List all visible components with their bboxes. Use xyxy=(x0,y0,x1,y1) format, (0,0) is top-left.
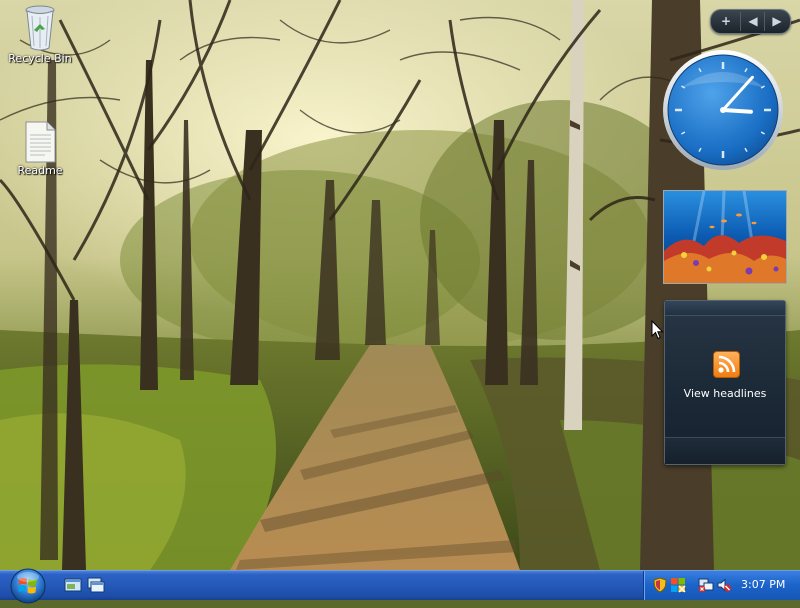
text-document-icon xyxy=(25,121,56,163)
coral-reef-image xyxy=(664,191,786,283)
network-icon[interactable] xyxy=(698,577,714,593)
security-center-icon[interactable] xyxy=(670,577,686,593)
shield-icon[interactable] xyxy=(652,577,668,593)
sidebar-controls: + ◀ ▶ xyxy=(710,9,791,34)
slideshow-gadget[interactable] xyxy=(663,190,787,284)
previous-page-button[interactable]: ◀ xyxy=(740,12,765,31)
windows-logo-icon xyxy=(10,568,46,604)
switch-windows-icon[interactable] xyxy=(87,577,105,594)
notification-area: 3:07 PM xyxy=(643,571,800,600)
recycle-bin-label: Recycle Bin xyxy=(8,52,72,65)
feed-gadget-header xyxy=(665,301,785,316)
volume-muted-icon[interactable] xyxy=(716,577,732,593)
clock-center xyxy=(720,107,726,113)
show-desktop-icon[interactable] xyxy=(64,577,82,594)
readme-label: Readme xyxy=(17,164,63,177)
feed-gadget-footer xyxy=(665,437,785,464)
rss-feed-icon xyxy=(713,351,740,378)
taskbar: 3:07 PM xyxy=(0,568,800,604)
analog-clock xyxy=(663,50,783,170)
view-headlines-link[interactable]: View headlines xyxy=(665,387,785,400)
add-gadget-button[interactable]: + xyxy=(714,12,738,31)
desktop-icon-readme[interactable]: Readme xyxy=(0,120,80,177)
recycle-bin-icon xyxy=(25,5,55,51)
hour-hand xyxy=(721,108,753,114)
start-button[interactable] xyxy=(8,568,48,604)
feed-headlines-gadget[interactable]: View headlines xyxy=(664,300,786,465)
mouse-cursor-icon xyxy=(651,320,664,340)
clock-gadget[interactable] xyxy=(661,48,785,172)
next-page-button[interactable]: ▶ xyxy=(764,12,789,31)
taskbar-clock[interactable]: 3:07 PM xyxy=(741,578,785,591)
desktop-icon-recycle-bin[interactable]: Recycle Bin xyxy=(0,2,80,65)
